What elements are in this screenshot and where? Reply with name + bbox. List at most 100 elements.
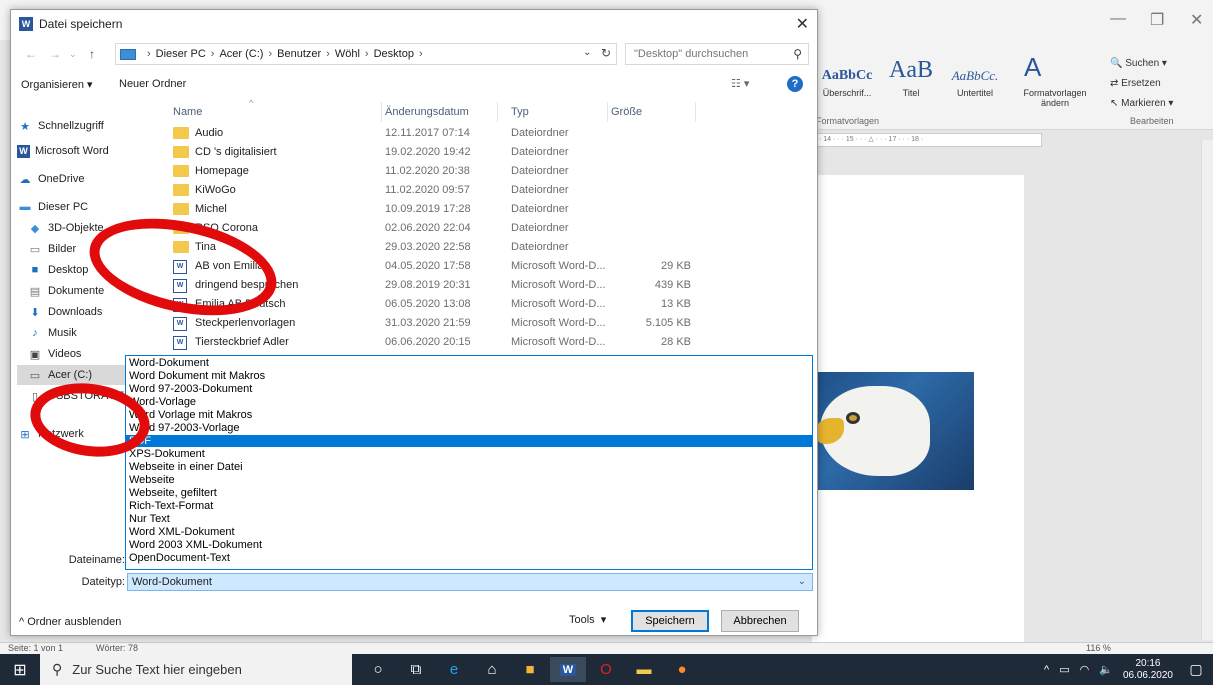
- nav-item-schnellzugriff[interactable]: ★ Schnellzugriff: [17, 116, 157, 136]
- file-row[interactable]: W Tiersteckbrief Adler 06.06.2020 20:15 Mic…: [163, 333, 703, 352]
- cortana-icon[interactable]: ○: [360, 657, 396, 682]
- breadcrumb-desktop[interactable]: Desktop: [374, 48, 414, 60]
- forward-arrow-icon[interactable]: →: [49, 47, 61, 61]
- home-icon[interactable]: ⌂: [474, 657, 510, 682]
- minimize-icon[interactable]: —: [1110, 10, 1126, 28]
- column-header-date[interactable]: Änderungsdatum: [385, 106, 469, 118]
- help-icon[interactable]: ?: [787, 76, 803, 92]
- filetype-option[interactable]: Word 97-2003-Dokument: [126, 383, 812, 395]
- filetype-option[interactable]: Word-Dokument: [126, 357, 812, 369]
- style-name: Überschrif...: [822, 88, 872, 98]
- edge-icon[interactable]: e: [436, 657, 472, 682]
- nav-item-acer[interactable]: ▭ Acer (C:): [17, 365, 127, 385]
- search-field[interactable]: ⚲: [625, 43, 809, 65]
- search-input[interactable]: [634, 48, 784, 60]
- refresh-icon[interactable]: ↻: [601, 46, 611, 60]
- app-icon[interactable]: ■: [512, 657, 548, 682]
- nav-item-onedrive[interactable]: ☁ OneDrive: [17, 169, 157, 189]
- style-title[interactable]: AaB Titel: [880, 54, 942, 104]
- eagle-image[interactable]: [812, 372, 974, 490]
- firefox-icon[interactable]: ●: [664, 657, 700, 682]
- filetype-option[interactable]: Word 97-2003-Vorlage: [126, 422, 812, 434]
- file-row[interactable]: RSO Corona 02.06.2020 22:04 Dateiordner: [163, 219, 703, 238]
- file-row[interactable]: KiWoGo 11.02.2020 09:57 Dateiordner: [163, 181, 703, 200]
- file-explorer-icon[interactable]: ▬: [626, 657, 662, 682]
- nav-label: OneDrive: [38, 173, 85, 185]
- nav-item-microsoft-word[interactable]: W Microsoft Word: [17, 141, 157, 161]
- file-row[interactable]: CD 's digitalisiert 19.02.2020 19:42 Datei…: [163, 143, 703, 162]
- filetype-option[interactable]: OpenDocument-Text: [126, 552, 812, 564]
- address-bar[interactable]: › Dieser PC › Acer (C:) › Benutzer › Wöh…: [115, 43, 617, 65]
- style-subtitle[interactable]: AaBbCc. Untertitel: [944, 54, 1006, 104]
- chevron-down-icon[interactable]: ⌄: [583, 47, 591, 58]
- clock[interactable]: 20:16 06.06.2020: [1123, 658, 1173, 682]
- filetype-option[interactable]: Word-Vorlage: [126, 396, 812, 408]
- filetype-option[interactable]: PDF: [126, 435, 812, 447]
- clock-date: 06.06.2020: [1122, 669, 1173, 681]
- filetype-option[interactable]: Word XML-Dokument: [126, 526, 812, 538]
- taskbar-search[interactable]: ⚲ Zur Suche Text hier eingeben: [40, 654, 352, 685]
- formatvorlagen-aendern-button[interactable]: Formatvorlagen ändern: [1020, 88, 1090, 108]
- cancel-button[interactable]: Abbrechen: [721, 610, 799, 632]
- save-button[interactable]: Speichern: [631, 610, 709, 632]
- file-size: 13 KB: [661, 298, 691, 310]
- file-row[interactable]: Homepage 11.02.2020 20:38 Dateiordner: [163, 162, 703, 181]
- status-zoom[interactable]: 116 %: [1086, 643, 1111, 654]
- folder-icon: [173, 146, 189, 158]
- tools-button[interactable]: Tools ▾: [569, 613, 606, 626]
- filetype-option[interactable]: Word Dokument mit Makros: [126, 370, 812, 382]
- suchen-button[interactable]: 🔍 Suchen ▾: [1110, 58, 1167, 69]
- restore-icon[interactable]: ❐: [1150, 10, 1164, 30]
- windows-start-icon[interactable]: ⊞: [0, 654, 40, 685]
- organize-button[interactable]: Organisieren ▾: [21, 78, 93, 91]
- address-row: ← → ⌄ ↑ › Dieser PC › Acer (C:) › Benutz…: [11, 43, 817, 67]
- filetype-option[interactable]: Rich-Text-Format: [126, 500, 812, 512]
- vertical-scrollbar[interactable]: [1201, 140, 1213, 640]
- nav-item-musik[interactable]: ♪ Musik: [27, 323, 167, 343]
- column-header-name[interactable]: Name: [173, 106, 202, 118]
- formatvorlagen-icon[interactable]: A: [1024, 52, 1041, 83]
- back-arrow-icon[interactable]: ←: [25, 47, 37, 61]
- column-header-type[interactable]: Typ: [511, 106, 529, 118]
- filetype-option[interactable]: Nur Text: [126, 513, 812, 525]
- filetype-select[interactable]: Word-Dokument ⌄: [127, 573, 813, 591]
- file-name: Michel: [195, 203, 227, 215]
- up-arrow-icon[interactable]: ↑: [89, 47, 95, 61]
- view-options-icon[interactable]: ☷ ▾: [731, 77, 749, 90]
- style-heading[interactable]: AaBbCc Überschrif...: [816, 54, 878, 104]
- filetype-option[interactable]: Webseite, gefiltert: [126, 487, 812, 499]
- dialog-close-icon[interactable]: ✕: [796, 14, 809, 34]
- wifi-icon[interactable]: ◠: [1080, 663, 1090, 676]
- ersetzen-button[interactable]: ⇄ Ersetzen: [1110, 78, 1161, 89]
- hide-folders-button[interactable]: ^ Ordner ausblenden: [19, 616, 121, 628]
- word-taskbar-icon[interactable]: W: [550, 657, 586, 682]
- file-row[interactable]: W Steckperlenvorlagen 31.03.2020 21:59 Micr…: [163, 314, 703, 333]
- nav-item-downloads[interactable]: ⬇ Downloads: [27, 302, 167, 322]
- file-row[interactable]: Audio 12.11.2017 07:14 Dateiordner: [163, 124, 703, 143]
- close-icon[interactable]: ✕: [1190, 10, 1203, 30]
- battery-icon[interactable]: ▭: [1059, 663, 1069, 676]
- breadcrumb-user[interactable]: Wöhl: [335, 48, 360, 60]
- breadcrumb-dieser-pc[interactable]: Dieser PC: [156, 48, 206, 60]
- file-row[interactable]: Michel 10.09.2019 17:28 Dateiordner: [163, 200, 703, 219]
- filetype-option[interactable]: Webseite: [126, 474, 812, 486]
- nav-item-dieser-pc[interactable]: ▬ Dieser PC: [17, 197, 157, 217]
- markieren-button[interactable]: ↖ Markieren ▾: [1110, 98, 1173, 109]
- new-folder-button[interactable]: Neuer Ordner: [119, 78, 186, 90]
- nav-label: Bilder: [48, 243, 77, 255]
- speaker-icon[interactable]: 🔈: [1099, 663, 1113, 676]
- breadcrumb-benutzer[interactable]: Benutzer: [277, 48, 321, 60]
- task-view-icon[interactable]: ⧉: [398, 657, 434, 682]
- music-icon: ♪: [32, 327, 38, 339]
- column-header-size[interactable]: Größe: [611, 106, 642, 118]
- chevron-up-icon[interactable]: ^: [1044, 664, 1049, 676]
- filetype-option[interactable]: Webseite in einer Datei: [126, 461, 812, 473]
- breadcrumb-acer[interactable]: Acer (C:): [219, 48, 263, 60]
- notification-icon[interactable]: ▢: [1179, 654, 1213, 685]
- filetype-option[interactable]: Word 2003 XML-Dokument: [126, 539, 812, 551]
- file-name: Tiersteckbrief Adler: [195, 336, 289, 348]
- opera-icon[interactable]: O: [588, 657, 624, 682]
- recent-dropdown-icon[interactable]: ⌄: [69, 49, 77, 60]
- filetype-option[interactable]: XPS-Dokument: [126, 448, 812, 460]
- filetype-option[interactable]: Word Vorlage mit Makros: [126, 409, 812, 421]
